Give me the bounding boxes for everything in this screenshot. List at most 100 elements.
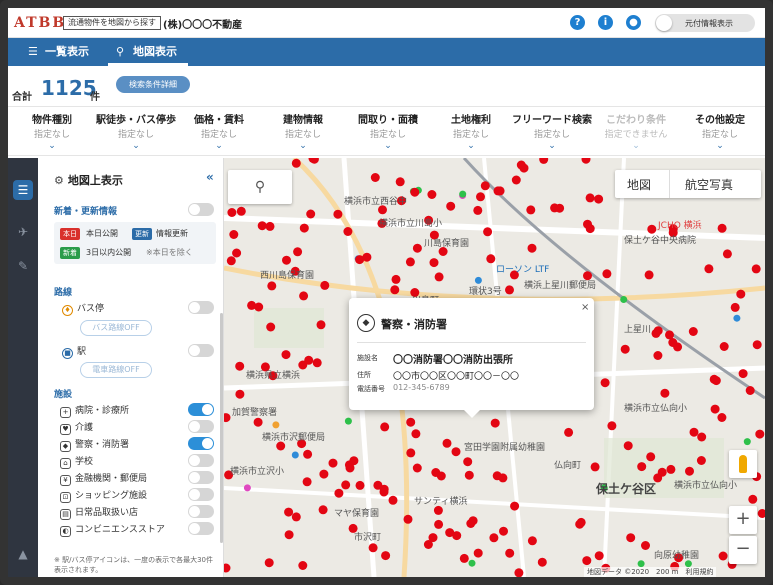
property-marker[interactable]: [666, 464, 676, 474]
property-marker[interactable]: [235, 361, 245, 371]
property-marker[interactable]: [235, 389, 245, 399]
property-marker[interactable]: [303, 449, 313, 459]
property-marker[interactable]: [696, 456, 706, 465]
property-marker[interactable]: [312, 358, 322, 368]
property-marker[interactable]: [620, 344, 630, 354]
property-marker[interactable]: [511, 175, 521, 185]
property-marker[interactable]: [368, 543, 378, 553]
property-marker[interactable]: [555, 203, 565, 213]
property-marker[interactable]: [291, 451, 299, 459]
police-toggle[interactable]: [188, 437, 214, 450]
shopping-toggle[interactable]: [188, 488, 214, 501]
store-toggle[interactable]: [188, 505, 214, 518]
property-marker[interactable]: [379, 487, 389, 497]
property-marker[interactable]: [644, 270, 654, 280]
property-marker[interactable]: [395, 177, 405, 187]
property-marker[interactable]: [412, 243, 422, 253]
property-marker[interactable]: [299, 223, 309, 233]
convenience-toggle[interactable]: [188, 522, 214, 535]
property-marker[interactable]: [499, 526, 508, 536]
property-marker[interactable]: [736, 289, 746, 299]
property-marker[interactable]: [585, 224, 595, 234]
property-marker[interactable]: [490, 418, 500, 428]
news-toggle[interactable]: [188, 203, 214, 216]
zoom-out-button[interactable]: −: [729, 536, 757, 564]
property-marker[interactable]: [229, 230, 239, 239]
property-marker[interactable]: [575, 519, 585, 529]
tab-map-view[interactable]: ⚲ 地図表示: [108, 38, 188, 66]
property-marker[interactable]: [738, 369, 748, 379]
property-marker[interactable]: [526, 205, 536, 215]
property-marker[interactable]: [527, 243, 537, 253]
property-marker[interactable]: [486, 254, 496, 264]
property-marker[interactable]: [405, 257, 415, 267]
filter-property-type[interactable]: 物件種別 指定なし ⌄: [12, 107, 92, 157]
property-marker[interactable]: [718, 551, 728, 561]
info-icon[interactable]: i: [598, 15, 613, 30]
property-marker[interactable]: [590, 462, 600, 472]
property-marker[interactable]: [434, 272, 444, 282]
map-area[interactable]: 横浜市立西谷中 横浜市立川島小 川島保育園 西川島保育園 ローソン LTF 横浜…: [224, 158, 765, 577]
property-marker[interactable]: [281, 350, 291, 360]
property-marker[interactable]: [665, 330, 674, 340]
property-marker[interactable]: [689, 427, 699, 437]
property-marker[interactable]: [498, 473, 508, 483]
property-marker[interactable]: [697, 432, 707, 442]
search-detail-button[interactable]: 検索条件詳細: [116, 76, 190, 93]
property-marker[interactable]: [306, 209, 316, 219]
help-icon[interactable]: ?: [570, 15, 585, 30]
property-marker[interactable]: [428, 533, 438, 543]
property-marker[interactable]: [236, 206, 246, 216]
property-marker[interactable]: [333, 209, 343, 219]
property-marker[interactable]: [264, 558, 274, 568]
property-marker[interactable]: [585, 193, 595, 203]
close-icon[interactable]: ×: [581, 302, 589, 313]
property-marker[interactable]: [537, 557, 547, 567]
property-marker[interactable]: [226, 256, 236, 266]
property-marker[interactable]: [257, 221, 267, 231]
property-marker[interactable]: [232, 248, 242, 258]
filter-price[interactable]: 価格・賃料 指定なし ⌄: [180, 107, 258, 157]
property-marker[interactable]: [733, 314, 741, 322]
property-marker[interactable]: [505, 285, 514, 295]
property-marker[interactable]: [433, 505, 443, 515]
property-marker[interactable]: [355, 480, 365, 490]
property-marker[interactable]: [463, 457, 473, 467]
property-marker[interactable]: [653, 351, 663, 360]
property-marker[interactable]: [302, 477, 312, 487]
property-marker[interactable]: [293, 247, 303, 257]
property-marker[interactable]: [459, 553, 469, 563]
walk-icon[interactable]: ✈: [13, 222, 33, 242]
property-marker[interactable]: [641, 541, 650, 550]
property-marker[interactable]: [620, 296, 628, 303]
property-marker[interactable]: [320, 280, 330, 290]
property-marker[interactable]: [473, 205, 483, 215]
collapse-icon[interactable]: «: [206, 170, 214, 184]
property-marker[interactable]: [267, 281, 277, 291]
tab-list-view[interactable]: ☰ 一覧表示: [20, 38, 120, 66]
school-toggle[interactable]: [188, 454, 214, 467]
property-marker[interactable]: [564, 427, 574, 437]
original-info-toggle[interactable]: 元付情報表示: [655, 14, 755, 32]
property-marker[interactable]: [722, 249, 732, 259]
property-marker[interactable]: [282, 255, 291, 265]
care-toggle[interactable]: [188, 420, 214, 433]
bus-route-button[interactable]: バス路線OFF: [80, 320, 152, 336]
property-marker[interactable]: [298, 561, 308, 570]
property-marker[interactable]: [685, 466, 694, 476]
property-marker[interactable]: [316, 320, 326, 330]
property-marker[interactable]: [637, 462, 647, 472]
property-marker[interactable]: [474, 276, 482, 284]
property-marker[interactable]: [717, 223, 727, 233]
station-toggle[interactable]: [188, 344, 214, 357]
warning-icon[interactable]: ▲: [13, 544, 33, 564]
property-marker[interactable]: [427, 190, 437, 199]
property-marker[interactable]: [452, 531, 462, 541]
property-marker[interactable]: [717, 413, 727, 422]
property-marker[interactable]: [600, 378, 610, 388]
property-marker[interactable]: [446, 201, 456, 211]
property-marker[interactable]: [243, 484, 251, 492]
property-marker[interactable]: [646, 452, 656, 462]
property-marker[interactable]: [711, 376, 721, 386]
property-marker[interactable]: [468, 516, 478, 526]
